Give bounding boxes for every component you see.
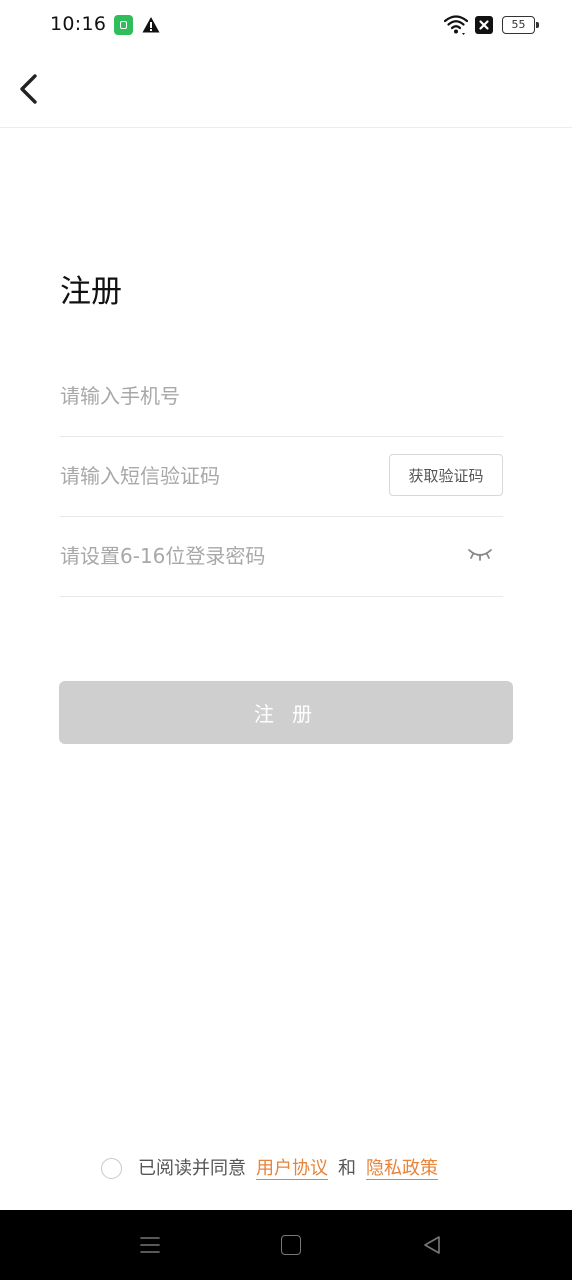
phone-input[interactable] bbox=[60, 356, 503, 436]
no-sim-icon bbox=[475, 16, 493, 34]
battery-level: 55 bbox=[511, 18, 526, 31]
back-button[interactable] bbox=[12, 68, 46, 110]
eye-closed-icon[interactable] bbox=[467, 544, 493, 564]
back-triangle-icon[interactable] bbox=[421, 1234, 443, 1256]
get-code-button[interactable]: 获取验证码 bbox=[389, 454, 503, 496]
agree-checkbox[interactable] bbox=[101, 1158, 122, 1179]
agreement-prefix: 已阅读并同意 bbox=[138, 1158, 246, 1179]
agreement-text: 已阅读并同意 用户协议和隐私政策 bbox=[138, 1157, 448, 1181]
app-notification-icon bbox=[114, 15, 133, 35]
status-bar: 10:16 55 bbox=[0, 0, 572, 52]
phone-field-row bbox=[60, 356, 503, 437]
status-time: 10:16 bbox=[50, 13, 107, 35]
privacy-policy-link[interactable]: 隐私政策 bbox=[356, 1158, 448, 1179]
sms-code-field-row: 获取验证码 bbox=[60, 436, 503, 517]
agreement-row: 已阅读并同意 用户协议和隐私政策 bbox=[0, 1153, 572, 1187]
page-title: 注册 bbox=[60, 274, 122, 310]
sms-code-input[interactable] bbox=[60, 436, 380, 516]
nav-bar bbox=[0, 52, 572, 128]
warning-icon bbox=[142, 17, 160, 33]
battery-icon: 55 bbox=[502, 16, 539, 34]
register-button[interactable]: 注 册 bbox=[59, 681, 513, 744]
system-nav-bar bbox=[0, 1210, 572, 1280]
chevron-left-icon bbox=[20, 74, 37, 104]
password-field-row bbox=[60, 516, 503, 597]
password-input[interactable] bbox=[60, 516, 440, 596]
agreement-and: 和 bbox=[338, 1158, 356, 1179]
menu-icon[interactable] bbox=[139, 1234, 161, 1256]
home-icon[interactable] bbox=[281, 1235, 301, 1255]
wifi-icon bbox=[444, 15, 468, 35]
user-agreement-link[interactable]: 用户协议 bbox=[246, 1158, 338, 1179]
